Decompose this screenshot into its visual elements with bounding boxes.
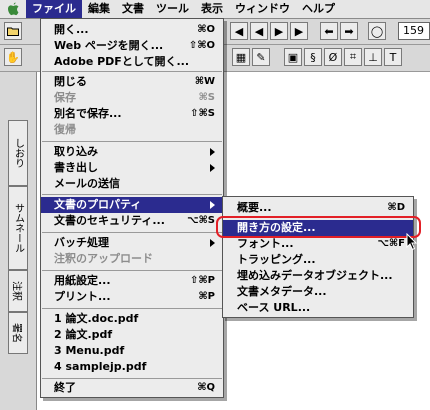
- menu-item-import[interactable]: 取り込み: [41, 144, 223, 160]
- menu-item-print[interactable]: プリント... ⌘P: [41, 289, 223, 305]
- menu-item-quit[interactable]: 終了 ⌘Q: [41, 380, 223, 396]
- open-folder-icon[interactable]: [4, 22, 22, 40]
- menu-divider: [42, 378, 222, 379]
- menu-item-document-security[interactable]: 文書のセキュリティ... ⌥⌘S: [41, 213, 223, 229]
- next-page-icon[interactable]: ▶: [290, 22, 308, 40]
- menu-edit[interactable]: 編集: [82, 0, 116, 18]
- submenu-arrow-icon: [210, 239, 215, 247]
- menu-document[interactable]: 文書: [116, 0, 150, 18]
- menu-item-recent-file[interactable]: 3 Menu.pdf: [41, 343, 223, 359]
- forward-icon[interactable]: ➡: [340, 22, 358, 40]
- menu-item-page-setup[interactable]: 用紙設定... ⇧⌘P: [41, 273, 223, 289]
- menu-item-recent-file[interactable]: 2 論文.pdf: [41, 327, 223, 343]
- tab-bookmarks[interactable]: しおり: [8, 120, 28, 186]
- next-page-icon[interactable]: ▶: [270, 22, 288, 40]
- film-icon[interactable]: ▣: [284, 48, 302, 66]
- submenu-arrow-icon: [210, 201, 215, 209]
- menu-view[interactable]: 表示: [195, 0, 229, 18]
- document-properties-submenu: 概要... ⌘D 開き方の設定... フォント... ⌥⌘F トラッピング... 埋…: [222, 196, 414, 318]
- menu-divider: [42, 232, 222, 233]
- mouse-pointer-icon: [406, 233, 418, 251]
- menu-help[interactable]: ヘルプ: [296, 0, 341, 18]
- submenu-arrow-icon: [210, 164, 215, 172]
- menu-item-save-as[interactable]: 別名で保存... ⇧⌘S: [41, 106, 223, 122]
- attach-icon[interactable]: §: [304, 48, 322, 66]
- menu-item-upload-comments: 注釈のアップロード: [54, 252, 153, 265]
- zoom-icon[interactable]: ◯: [368, 22, 386, 40]
- menu-item-open[interactable]: 開く... ⌘O: [41, 22, 223, 38]
- navigation-pane: しおり サムネール 注釈 署名: [0, 72, 37, 410]
- previous-page-icon[interactable]: ◀: [230, 22, 248, 40]
- menu-item-open-web-page[interactable]: Web ページを開く... ⇧⌘O: [41, 38, 223, 54]
- menu-divider: [42, 308, 222, 309]
- submenu-item-trapping[interactable]: トラッピング...: [223, 252, 413, 268]
- menu-divider: [42, 141, 222, 142]
- apple-logo-icon[interactable]: [0, 0, 26, 18]
- submenu-item-base-url[interactable]: ベース URL...: [223, 300, 413, 316]
- file-menu: 開く... ⌘O Web ページを開く... ⇧⌘O Adobe PDFとして開く.…: [40, 18, 224, 398]
- article-icon[interactable]: ⊥: [364, 48, 382, 66]
- submenu-item-summary[interactable]: 概要... ⌘D: [223, 200, 413, 216]
- tab-comments[interactable]: 注釈: [8, 270, 28, 312]
- tab-signatures[interactable]: 署名: [8, 312, 28, 354]
- hand-tool-icon[interactable]: ✋: [4, 48, 22, 66]
- submenu-item-document-metadata[interactable]: 文書メタデータ...: [223, 284, 413, 300]
- menu-item-save: 保存 ⌘S: [54, 91, 215, 104]
- pencil-icon[interactable]: ✎: [252, 48, 270, 66]
- menu-item-close[interactable]: 閉じる ⌘W: [41, 74, 223, 90]
- menu-item-batch-processing[interactable]: バッチ処理: [41, 235, 223, 251]
- back-icon[interactable]: ⬅: [320, 22, 338, 40]
- link-icon[interactable]: Ø: [324, 48, 342, 66]
- text-select-icon[interactable]: ▦: [232, 48, 250, 66]
- menu-divider: [42, 71, 222, 72]
- menu-window[interactable]: ウィンドウ: [229, 0, 296, 18]
- zoom-input[interactable]: 159: [398, 22, 430, 40]
- menu-item-revert: 復帰: [54, 123, 76, 136]
- menu-tools[interactable]: ツール: [150, 0, 195, 18]
- menu-bar: ファイル 編集 文書 ツール 表示 ウィンドウ ヘルプ: [0, 0, 430, 19]
- highlight-callout: [216, 216, 421, 238]
- submenu-arrow-icon: [210, 148, 215, 156]
- menu-item-send-mail[interactable]: メールの送信: [41, 176, 223, 192]
- menu-divider: [42, 194, 222, 195]
- crop-icon[interactable]: ⌗: [344, 48, 362, 66]
- menu-item-open-as-pdf[interactable]: Adobe PDFとして開く...: [41, 54, 223, 70]
- menu-item-recent-file[interactable]: 4 samplejp.pdf: [41, 359, 223, 375]
- menu-item-document-properties[interactable]: 文書のプロパティ: [41, 197, 223, 213]
- text-tool-icon[interactable]: T: [384, 48, 402, 66]
- previous-page-icon[interactable]: ◀: [250, 22, 268, 40]
- menu-file[interactable]: ファイル: [26, 0, 82, 18]
- submenu-item-embedded-data-objects[interactable]: 埋め込みデータオブジェクト...: [223, 268, 413, 284]
- menu-item-recent-file[interactable]: 1 論文.doc.pdf: [41, 311, 223, 327]
- menu-item-export[interactable]: 書き出し: [41, 160, 223, 176]
- submenu-item-fonts[interactable]: フォント... ⌥⌘F: [223, 236, 413, 252]
- tab-thumbnails[interactable]: サムネール: [8, 186, 28, 270]
- menu-divider: [42, 270, 222, 271]
